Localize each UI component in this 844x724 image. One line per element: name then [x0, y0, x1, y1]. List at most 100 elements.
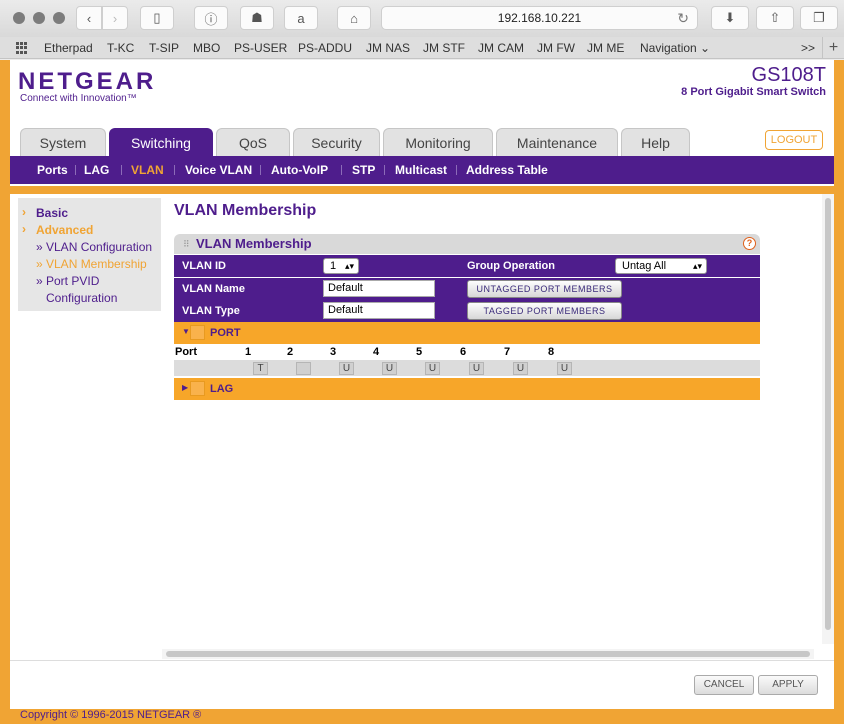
more-bookmarks-button[interactable]: >>: [801, 41, 815, 55]
sidebar-item-port-pvid-configuration[interactable]: Configuration: [46, 291, 117, 305]
port-section-header[interactable]: ▼ PORT: [174, 322, 760, 344]
bookmark-jm-cam[interactable]: JM CAM: [478, 41, 524, 55]
vlan-id-select[interactable]: 1 ▴▾: [323, 258, 359, 274]
port-number: 4: [373, 346, 380, 358]
tab-switching[interactable]: Switching: [109, 128, 213, 156]
tabs-icon: ❐: [813, 10, 825, 25]
port-1-cell[interactable]: T: [253, 362, 268, 375]
group-operation-select[interactable]: Untag All ▴▾: [615, 258, 707, 274]
horizontal-scrollbar[interactable]: [162, 649, 814, 659]
bookmark-jm-stf[interactable]: JM STF: [423, 41, 465, 55]
bookmark-ps-user[interactable]: PS-USER: [234, 41, 287, 55]
model-name: GS108T: [751, 64, 826, 86]
untagged-port-members-button[interactable]: UNTAGGED PORT MEMBERS: [467, 280, 622, 298]
forward-button[interactable]: ›: [102, 6, 128, 30]
cancel-button[interactable]: CANCEL: [694, 675, 754, 695]
bookmark-t-kc[interactable]: T-KC: [107, 41, 134, 55]
subnav-multicast[interactable]: Multicast: [395, 163, 447, 177]
model-description: 8 Port Gigabit Smart Switch: [681, 86, 826, 98]
select-all-ports-box[interactable]: [190, 325, 205, 340]
tab-security[interactable]: Security: [293, 128, 380, 156]
tab-system[interactable]: System: [20, 128, 106, 156]
tab-help[interactable]: Help: [621, 128, 690, 156]
vlan-name-label: VLAN Name: [182, 283, 245, 295]
subnav-vlan[interactable]: VLAN: [131, 163, 164, 177]
subnav-lag[interactable]: LAG: [84, 163, 109, 177]
minimize-window-button[interactable]: [33, 12, 45, 24]
home-button[interactable]: ⌂: [337, 6, 371, 30]
help-icon[interactable]: ?: [743, 237, 756, 250]
port-number: 7: [504, 346, 511, 358]
new-tab-button[interactable]: +: [822, 37, 844, 59]
downloads-button[interactable]: ⬇: [711, 6, 749, 30]
apply-button[interactable]: APPLY: [758, 675, 818, 695]
bookmark-navigation[interactable]: Navigation ⌄: [640, 41, 710, 55]
ghost-icon: ☗: [251, 10, 263, 25]
url-text: 192.168.10.221: [497, 11, 582, 25]
select-all-lags-box[interactable]: [190, 381, 205, 396]
bookmark-etherpad[interactable]: Etherpad: [44, 41, 93, 55]
tab-qos[interactable]: QoS: [216, 128, 290, 156]
vertical-scroll-thumb[interactable]: [825, 198, 831, 630]
sidebar-toggle-button[interactable]: ▯: [140, 6, 174, 30]
port-column-header: Port: [175, 346, 197, 358]
bookmark-mbo[interactable]: MBO: [193, 41, 220, 55]
separator: [75, 165, 76, 175]
sidebar-item-port-pvid[interactable]: » Port PVID: [36, 274, 99, 288]
vertical-scrollbar[interactable]: [822, 194, 834, 644]
browser-titlebar: ‹ › ▯ ⓘ ☗ a ⌂ 192.168.10.221 ↻ ⬇ ⇧ ❐: [0, 0, 844, 37]
tabs-overview-button[interactable]: ❐: [800, 6, 838, 30]
bookmark-t-sip[interactable]: T-SIP: [149, 41, 179, 55]
port-6-cell[interactable]: U: [469, 362, 484, 375]
horizontal-scroll-thumb[interactable]: [166, 651, 810, 657]
bookmark-ps-addu[interactable]: PS-ADDU: [298, 41, 352, 55]
header: NETGEAR Connect with Innovation™ GS108T …: [10, 60, 834, 186]
port-2-cell[interactable]: [296, 362, 311, 375]
port-number: 8: [548, 346, 555, 358]
vlan-type-label: VLAN Type: [182, 305, 240, 317]
tagged-port-members-button[interactable]: TAGGED PORT MEMBERS: [467, 302, 622, 320]
port-5-cell[interactable]: U: [425, 362, 440, 375]
sidebar-advanced[interactable]: Advanced: [36, 223, 93, 237]
logout-button[interactable]: LOGOUT: [765, 130, 823, 150]
sidebar: › Basic › Advanced » VLAN Configuration …: [18, 198, 161, 311]
close-window-button[interactable]: [13, 12, 25, 24]
tab-maintenance[interactable]: Maintenance: [496, 128, 618, 156]
reload-icon[interactable]: ↻: [677, 7, 689, 29]
vlan-name-field[interactable]: Default: [323, 280, 435, 297]
sidebar-item-vlan-configuration[interactable]: » VLAN Configuration: [36, 240, 152, 254]
lag-section-header[interactable]: ▶ LAG: [174, 378, 760, 400]
content-area: › Basic › Advanced » VLAN Configuration …: [10, 194, 834, 709]
port-4-cell[interactable]: U: [382, 362, 397, 375]
download-icon: ⬇: [724, 10, 736, 25]
bookmark-jm-me[interactable]: JM ME: [587, 41, 624, 55]
separator: [384, 165, 385, 175]
port-3-cell[interactable]: U: [339, 362, 354, 375]
extension-1-button[interactable]: ⓘ: [194, 6, 228, 30]
address-bar[interactable]: 192.168.10.221 ↻: [381, 6, 698, 30]
ghostery-button[interactable]: ☗: [240, 6, 274, 30]
bookmark-jm-nas[interactable]: JM NAS: [366, 41, 410, 55]
port-8-cell[interactable]: U: [557, 362, 572, 375]
subnav-auto-voip[interactable]: Auto-VoIP: [271, 163, 328, 177]
expand-right-icon: ▶: [182, 383, 189, 392]
subnav-voice-vlan[interactable]: Voice VLAN: [185, 163, 252, 177]
port-7-cell[interactable]: U: [513, 362, 528, 375]
bookmark-jm-fw[interactable]: JM FW: [537, 41, 575, 55]
subnav-stp[interactable]: STP: [352, 163, 375, 177]
share-button[interactable]: ⇧: [756, 6, 794, 30]
sidebar-basic[interactable]: Basic: [36, 206, 68, 220]
share-icon: ⇧: [769, 10, 781, 25]
separator: [260, 165, 261, 175]
sidebar-item-vlan-membership[interactable]: » VLAN Membership: [36, 257, 147, 271]
grid-icon[interactable]: [16, 42, 28, 54]
home-icon: ⌂: [350, 10, 358, 26]
amazon-button[interactable]: a: [284, 6, 318, 30]
subnav-address-table[interactable]: Address Table: [466, 163, 548, 177]
bookmarks-bar: Etherpad T-KC T-SIP MBO PS-USER PS-ADDU …: [0, 37, 844, 59]
tab-monitoring[interactable]: Monitoring: [383, 128, 493, 156]
chevron-right-icon: ›: [112, 10, 118, 26]
back-button[interactable]: ‹: [76, 6, 102, 30]
subnav-ports[interactable]: Ports: [37, 163, 68, 177]
zoom-window-button[interactable]: [53, 12, 65, 24]
